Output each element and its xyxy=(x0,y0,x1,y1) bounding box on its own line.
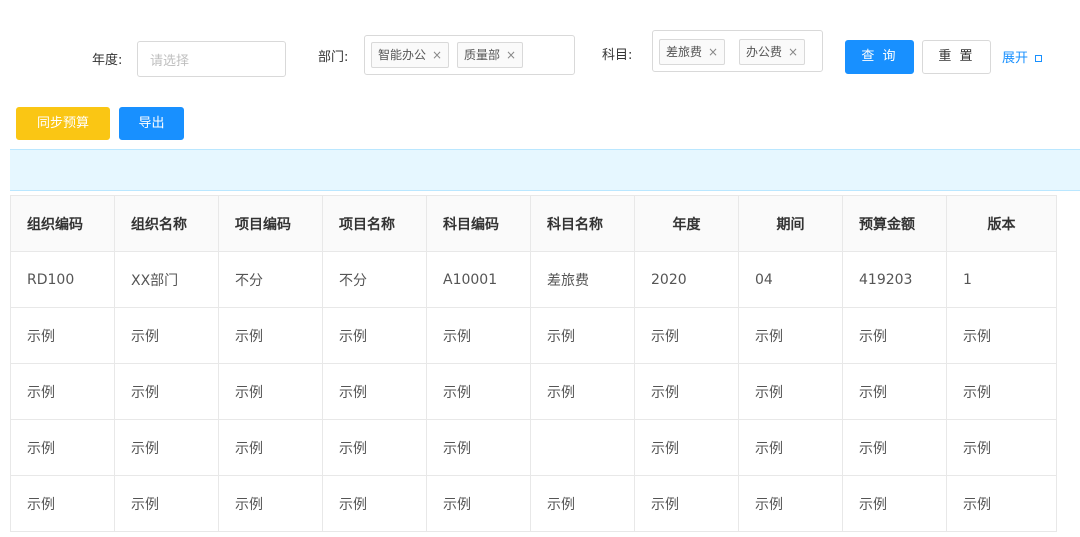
table-cell: 示例 xyxy=(634,475,739,532)
table-cell: 示例 xyxy=(634,419,739,476)
table-cell: XX部门 xyxy=(114,251,219,308)
column-header[interactable]: 组织名称 xyxy=(114,195,219,252)
table-cell: 示例 xyxy=(10,307,115,364)
subject-tag-label: 办公费 xyxy=(746,45,783,59)
table-cell: 示例 xyxy=(634,363,739,420)
tag-close-icon[interactable]: × xyxy=(708,45,718,59)
table-cell: 示例 xyxy=(634,307,739,364)
dept-tag-label: 智能办公 xyxy=(378,48,427,62)
column-header[interactable]: 版本 xyxy=(946,195,1057,252)
table-cell: 示例 xyxy=(426,363,531,420)
table-cell: 示例 xyxy=(426,419,531,476)
table-cell: RD100 xyxy=(10,251,115,308)
tag-close-icon[interactable]: × xyxy=(432,48,442,62)
table-cell: 示例 xyxy=(10,419,115,476)
table-cell: 示例 xyxy=(322,307,427,364)
table-cell: 示例 xyxy=(218,475,323,532)
table-cell: A10001 xyxy=(426,251,531,308)
dept-select[interactable]: 智能办公 × 质量部 × xyxy=(364,35,575,75)
table-cell: 示例 xyxy=(10,475,115,532)
column-header[interactable]: 年度 xyxy=(634,195,739,252)
dept-tag-label: 质量部 xyxy=(464,48,501,62)
table-cell: 示例 xyxy=(946,363,1057,420)
table-cell: 示例 xyxy=(114,475,219,532)
subject-label: 科目: xyxy=(602,48,633,63)
column-header[interactable]: 科目名称 xyxy=(530,195,635,252)
column-header[interactable]: 组织编码 xyxy=(10,195,115,252)
table-cell: 示例 xyxy=(426,307,531,364)
table-cell xyxy=(530,419,635,476)
query-button[interactable]: 查 询 xyxy=(845,40,914,74)
subject-tag-label: 差旅费 xyxy=(666,45,703,59)
table-cell: 示例 xyxy=(322,475,427,532)
table-cell: 示例 xyxy=(738,475,843,532)
table-row[interactable]: RD100 XX部门 不分 不分 A10001 差旅费 2020 04 419203 1 xyxy=(10,251,1057,308)
table-cell: 示例 xyxy=(530,307,635,364)
table-cell: 示例 xyxy=(842,307,947,364)
table-cell: 示例 xyxy=(842,475,947,532)
table-cell: 不分 xyxy=(218,251,323,308)
table-cell: 示例 xyxy=(946,419,1057,476)
table-cell: 示例 xyxy=(738,307,843,364)
table-cell: 示例 xyxy=(530,363,635,420)
tag-close-icon[interactable]: × xyxy=(506,48,516,62)
expand-icon xyxy=(1035,55,1043,62)
reset-button[interactable]: 重 置 xyxy=(922,40,991,74)
table-cell: 示例 xyxy=(218,307,323,364)
column-header[interactable]: 期间 xyxy=(738,195,843,252)
table-cell: 示例 xyxy=(218,363,323,420)
table-cell: 示例 xyxy=(10,363,115,420)
subject-tag: 办公费 × xyxy=(739,39,806,65)
table-cell: 示例 xyxy=(738,419,843,476)
table-cell: 示例 xyxy=(322,363,427,420)
subject-select[interactable]: 差旅费 × 办公费 × xyxy=(652,30,823,72)
table-cell: 不分 xyxy=(322,251,427,308)
subject-tag: 差旅费 × xyxy=(659,39,726,65)
table-cell: 示例 xyxy=(738,363,843,420)
table-row[interactable]: 示例 示例 示例 示例 示例 示例 示例 示例 示例 示例 xyxy=(10,307,1057,364)
expand-label: 展开 xyxy=(1002,51,1029,66)
table-cell: 示例 xyxy=(842,363,947,420)
table-cell: 419203 xyxy=(842,251,947,308)
table-cell: 示例 xyxy=(218,419,323,476)
table-cell: 示例 xyxy=(530,475,635,532)
year-label: 年度: xyxy=(92,53,123,68)
table-cell: 示例 xyxy=(322,419,427,476)
selection-info-bar xyxy=(10,149,1080,191)
dept-tag: 质量部 × xyxy=(457,42,524,68)
column-header[interactable]: 项目编码 xyxy=(218,195,323,252)
table-cell: 示例 xyxy=(114,307,219,364)
column-header[interactable]: 项目名称 xyxy=(322,195,427,252)
table-cell: 示例 xyxy=(946,307,1057,364)
table-row[interactable]: 示例 示例 示例 示例 示例 示例 示例 示例 示例 示例 xyxy=(10,363,1057,420)
table-row[interactable]: 示例 示例 示例 示例 示例 示例 示例 示例 示例 xyxy=(10,419,1057,476)
column-header[interactable]: 科目编码 xyxy=(426,195,531,252)
table-row[interactable]: 示例 示例 示例 示例 示例 示例 示例 示例 示例 示例 xyxy=(10,475,1057,532)
table-cell: 示例 xyxy=(114,419,219,476)
table-header-row: 组织编码 组织名称 项目编码 项目名称 科目编码 科目名称 年度 期间 预算金额… xyxy=(10,195,1057,252)
year-placeholder: 请选择 xyxy=(150,54,190,69)
table-cell: 示例 xyxy=(842,419,947,476)
dept-label: 部门: xyxy=(318,50,349,65)
column-header[interactable]: 预算金额 xyxy=(842,195,947,252)
table-cell: 示例 xyxy=(946,475,1057,532)
table-cell: 示例 xyxy=(426,475,531,532)
table-cell: 差旅费 xyxy=(530,251,635,308)
table-cell: 1 xyxy=(946,251,1057,308)
table-cell: 2020 xyxy=(634,251,739,308)
export-button[interactable]: 导出 xyxy=(119,107,184,140)
expand-toggle[interactable]: 展开 xyxy=(1002,47,1043,66)
table-cell: 示例 xyxy=(114,363,219,420)
year-select[interactable]: 请选择 xyxy=(137,41,286,77)
budget-table: 组织编码 组织名称 项目编码 项目名称 科目编码 科目名称 年度 期间 预算金额… xyxy=(10,195,1057,532)
table-cell: 04 xyxy=(738,251,843,308)
tag-close-icon[interactable]: × xyxy=(788,45,798,59)
dept-tag: 智能办公 × xyxy=(371,42,450,68)
sync-budget-button[interactable]: 同步预算 xyxy=(16,107,110,140)
